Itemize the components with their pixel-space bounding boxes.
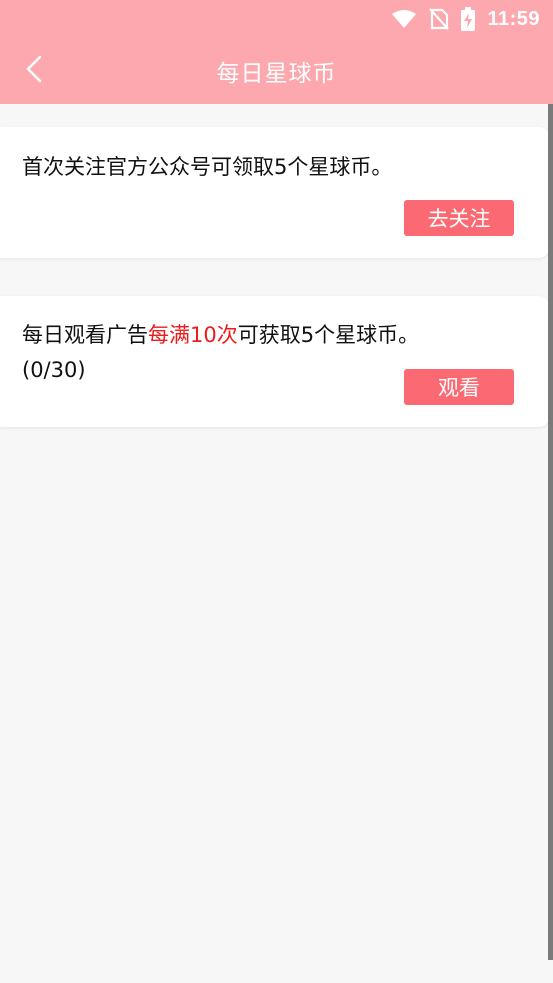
scrollbar[interactable] (548, 104, 553, 960)
battery-charging-icon (461, 7, 476, 31)
task-progress: (0/30) (22, 358, 86, 382)
no-sim-icon (429, 8, 450, 30)
status-time: 11:59 (487, 7, 540, 30)
status-bar: 11:59 (0, 0, 553, 38)
header: 每日星球币 (0, 38, 553, 104)
watch-button[interactable]: 观看 (404, 369, 514, 405)
task-text-after: 可获取5个星球币。 (237, 323, 420, 347)
page-title: 每日星球币 (216, 61, 337, 87)
task-card-follow: 首次关注官方公众号可领取5个星球币。 去关注 (0, 127, 549, 258)
chevron-left-icon (25, 55, 43, 87)
task-text-highlight: 每满10次 (148, 323, 238, 347)
wifi-icon (391, 9, 417, 29)
task-text-before: 每日观看广告 (22, 323, 148, 347)
follow-button[interactable]: 去关注 (404, 200, 514, 236)
back-button[interactable] (16, 49, 52, 93)
task-description: 首次关注官方公众号可领取5个星球币。 (22, 155, 393, 179)
task-card-watch-ads: 每日观看广告每满10次可获取5个星球币。 (0/30) 观看 (0, 296, 549, 427)
screen: 11:59 每日星球币 首次关注官方公众号可领取5个星球币。 去关注 每日观看广… (0, 0, 553, 983)
